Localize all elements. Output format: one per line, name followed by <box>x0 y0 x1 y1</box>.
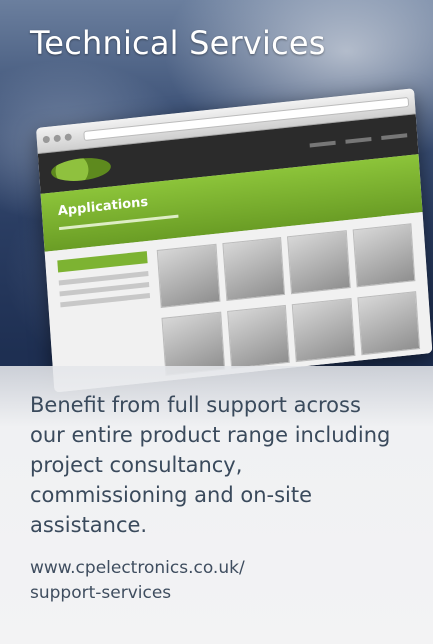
technical-services-card: Technical Services Applications Benefit … <box>0 0 433 644</box>
page-title: Technical Services <box>30 24 326 62</box>
support-link-line1[interactable]: www.cpelectronics.co.uk/ <box>30 558 245 578</box>
window-dot-icon <box>42 135 51 144</box>
application-tile <box>356 291 421 356</box>
application-tile <box>221 236 286 302</box>
application-tile <box>287 230 351 295</box>
nav-item <box>381 133 408 140</box>
service-description: Benefit from full support across our ent… <box>30 393 391 537</box>
window-dot-icon <box>53 134 61 143</box>
support-link[interactable]: www.cpelectronics.co.uk/ support-service… <box>30 556 390 606</box>
application-tile <box>291 298 355 363</box>
application-tile <box>156 243 220 308</box>
website-screenshot-image: Applications <box>36 88 433 393</box>
site-nav <box>309 132 418 148</box>
cp-logo-icon <box>50 155 112 184</box>
nav-item <box>309 140 336 148</box>
application-tiles <box>156 223 421 380</box>
sidebar-header <box>57 251 148 273</box>
nav-item <box>345 137 372 144</box>
window-dot-icon <box>64 133 72 142</box>
support-link-line2[interactable]: support-services <box>30 583 171 603</box>
info-panel: Benefit from full support across our ent… <box>0 366 433 644</box>
application-tile <box>352 223 416 288</box>
sidebar-line <box>60 293 151 308</box>
application-tile <box>226 304 290 369</box>
